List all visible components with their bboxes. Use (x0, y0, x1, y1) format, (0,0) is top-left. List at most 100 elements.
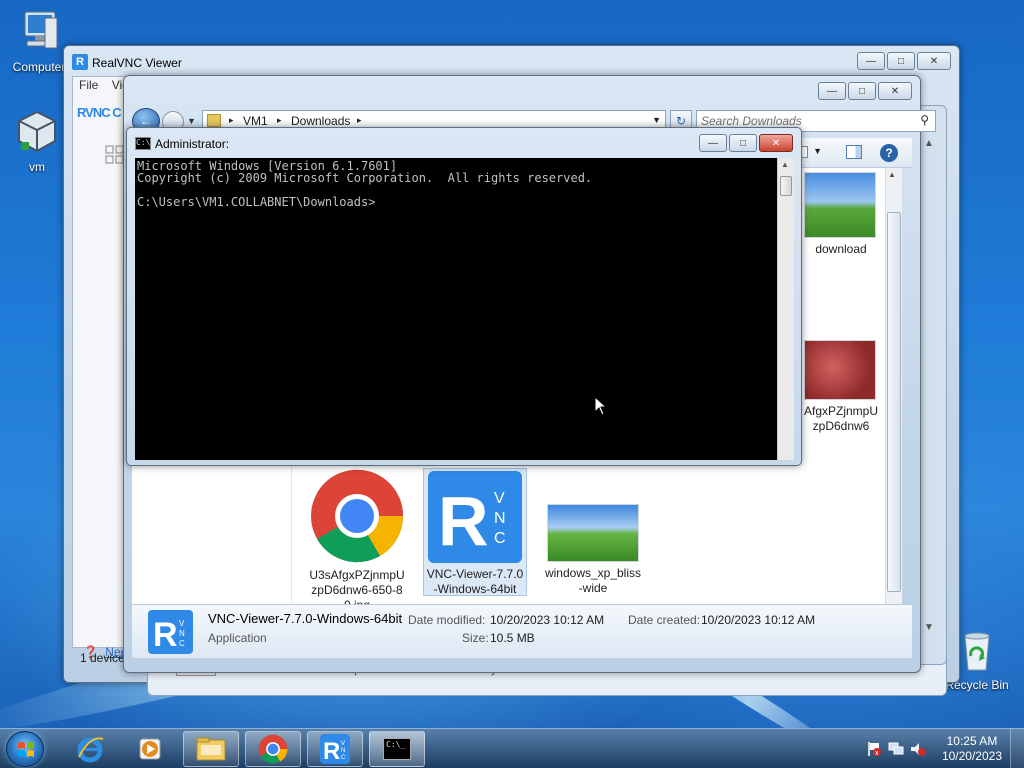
taskbar-vnc-viewer[interactable]: R V N C (307, 731, 363, 767)
breadcrumb-downloads[interactable]: Downloads (291, 114, 350, 128)
file-label-vnc-viewer: VNC-Viewer-7.7.0 -Windows-64bit (426, 567, 524, 596)
view-options-chevron-icon[interactable]: ▼ (813, 146, 822, 156)
vnc-viewer-icon: R V N C (148, 610, 193, 654)
taskbar-file-explorer[interactable] (183, 731, 239, 767)
date-created-value: 10/20/2023 10:12 AM (701, 613, 816, 627)
media-player-icon (136, 735, 164, 763)
details-pane: R V N C VNC-Viewer-7.7.0-Windows-64bit A… (132, 604, 912, 658)
vnc-window-icon: R (72, 54, 88, 70)
recycle-bin-icon (953, 626, 1001, 674)
virtualbox-cube-icon (13, 108, 61, 156)
desktop-icon-label: Computer (12, 60, 66, 74)
computer-icon (15, 8, 63, 56)
cmd-console[interactable]: Microsoft Windows [Version 6.1.7601] Copy… (135, 158, 777, 460)
explorer-scrollbar[interactable]: ▲ ▼ (885, 168, 902, 616)
scroll-down-icon: ▼ (924, 622, 934, 633)
vnc-logo: RVNC C (77, 105, 122, 120)
file-label-download[interactable]: download (796, 242, 886, 257)
caption-buttons: — □ ✕ (855, 52, 951, 70)
maximize-button[interactable]: □ (848, 82, 876, 100)
file-label-jpg-partial[interactable]: AfgxPZjnmpU zpD6dnw6 (794, 404, 888, 434)
close-button[interactable]: ✕ (878, 82, 912, 100)
caption-buttons: — □ ✕ (697, 134, 793, 152)
svg-text:C: C (179, 639, 185, 648)
size-label: Size: (462, 631, 489, 645)
breadcrumb-separator-icon: ▸ (229, 115, 234, 125)
maximize-button[interactable]: □ (887, 52, 915, 70)
date-modified-value: 10/20/2023 10:12 AM (490, 613, 605, 627)
breadcrumb-separator-icon: ▸ (277, 115, 282, 125)
start-button[interactable] (6, 731, 44, 767)
action-center-flag-icon[interactable]: x (866, 741, 882, 757)
date-modified-label: Date modified: (408, 613, 486, 627)
minimize-button[interactable]: — (699, 134, 727, 152)
taskbar-internet-explorer[interactable] (62, 731, 118, 767)
network-icon[interactable] (888, 741, 904, 757)
chrome-icon (258, 734, 288, 764)
meat-thumbnail[interactable] (804, 340, 876, 400)
cmd-icon: C:\ (135, 137, 151, 150)
taskbar: R V N C C:\_ x 10:25 AM 10/20/2023 (0, 728, 1024, 768)
date-created-label: Date created: (628, 613, 701, 627)
help-icon[interactable]: ? (880, 144, 898, 162)
system-tray: x 10:25 AM 10/20/2023 (844, 729, 1024, 768)
scrollbar-thumb[interactable] (780, 176, 792, 196)
address-dropdown-chevron-icon[interactable]: ▼ (652, 115, 661, 125)
breadcrumb-vm1[interactable]: VM1 (243, 114, 268, 128)
minimize-button[interactable]: — (818, 82, 846, 100)
chrome-icon (309, 468, 405, 564)
file-item-vnc-viewer-selected[interactable]: R V N C VNC-Viewer-7.7.0 -Windows-64bit (423, 468, 527, 596)
preview-pane-icon[interactable] (846, 145, 862, 159)
grid-view-icon[interactable] (105, 145, 125, 165)
taskbar-command-prompt[interactable]: C:\_ (369, 731, 425, 767)
vnc-status-text: 1 device (80, 651, 125, 665)
scroll-up-icon[interactable]: ▲ (781, 160, 789, 169)
file-item-chrome-jpg[interactable]: U3sAfgxPZjnmpU zpD6dnw6-650-8 0.jpg (304, 468, 410, 612)
svg-text:N: N (341, 748, 345, 754)
scroll-up-icon[interactable]: ▲ (888, 170, 896, 179)
windows-logo-icon (18, 742, 34, 757)
breadcrumb-separator-icon: ▸ (357, 115, 362, 125)
vnc-viewer-icon: R V N C (428, 471, 522, 563)
svg-text:C: C (341, 755, 346, 761)
svg-text:V: V (341, 741, 345, 747)
menu-file[interactable]: File (79, 78, 98, 92)
details-file-type: Application (208, 631, 267, 645)
caption-buttons: — □ ✕ (816, 82, 912, 100)
close-button[interactable]: ✕ (759, 134, 793, 152)
cmd-scrollbar[interactable]: ▲ (777, 158, 794, 460)
mouse-cursor-icon (594, 395, 608, 416)
file-item-bliss[interactable]: windows_xp_bliss -wide (540, 468, 646, 596)
cmd-icon: C:\_ (383, 738, 411, 760)
scrollbar-thumb[interactable] (887, 212, 901, 592)
volume-muted-icon[interactable] (910, 741, 926, 757)
bliss-thumbnail[interactable] (804, 172, 876, 238)
taskbar-media-player[interactable] (122, 731, 178, 767)
cmd-prompt-line: C:\Users\VM1.COLLABNET\Downloads> (137, 195, 376, 209)
search-icon[interactable]: ⚲ (920, 113, 929, 127)
svg-text:R: R (323, 738, 340, 764)
minimize-button[interactable]: — (857, 52, 885, 70)
show-desktop-button[interactable] (1010, 729, 1024, 768)
command-prompt-window[interactable]: C:\ Administrator: — □ ✕ Microsoft Windo… (126, 127, 802, 466)
internet-explorer-icon (76, 735, 104, 763)
window-title: RealVNC Viewer (92, 56, 182, 70)
file-label-bliss: windows_xp_bliss -wide (544, 566, 642, 595)
taskbar-chrome[interactable] (245, 731, 301, 767)
size-value: 10.5 MB (490, 631, 535, 645)
vnc-menu-bar: File Vie (79, 78, 129, 92)
clock[interactable]: 10:25 AM 10/20/2023 (942, 734, 1002, 764)
clock-date: 10/20/2023 (941, 749, 1002, 763)
svg-text:V: V (179, 619, 185, 628)
window-title: Administrator: (155, 137, 230, 151)
svg-text:C: C (494, 530, 506, 547)
details-file-name: VNC-Viewer-7.7.0-Windows-64bit (208, 611, 403, 626)
bliss-thumbnail (547, 504, 639, 562)
svg-text:N: N (179, 629, 185, 638)
cmd-line: Copyright (c) 2009 Microsoft Corporation… (137, 171, 593, 185)
maximize-button[interactable]: □ (729, 134, 757, 152)
svg-text:x: x (875, 750, 879, 757)
close-button[interactable]: ✕ (917, 52, 951, 70)
svg-text:V: V (494, 490, 505, 507)
recent-pages-chevron-icon[interactable]: ▼ (187, 116, 196, 126)
